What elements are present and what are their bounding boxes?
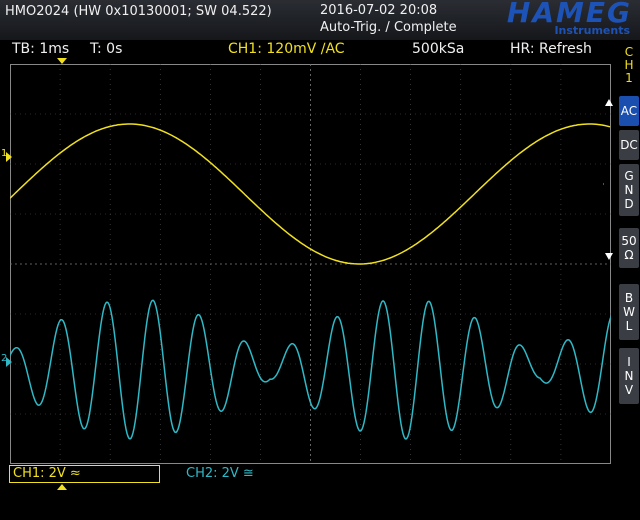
invert-button[interactable]: INV	[619, 348, 639, 404]
timebase-readout[interactable]: TB: 1ms	[12, 41, 69, 57]
ch1-marker-arrow-icon	[6, 152, 12, 162]
trigger-level-indicators	[603, 99, 613, 260]
coupling-dc-button[interactable]: DC	[619, 130, 639, 160]
title-bar: HMO2024 (HW 0x10130001; SW 04.522) 2016-…	[0, 0, 640, 40]
bandwidth-limit-button[interactable]: BWL	[619, 284, 639, 340]
waveform-display[interactable]	[10, 64, 611, 464]
ch1-scale-readout[interactable]: CH1: 2V ≈	[9, 465, 160, 483]
trigger-status: Auto-Trig. / Complete	[320, 20, 457, 35]
device-model: HMO2024 (HW 0x10130001; SW 04.522)	[5, 4, 272, 19]
ch1-waveform	[10, 123, 611, 265]
ch2-marker-arrow-icon	[6, 357, 12, 367]
sample-rate-readout: 500kSa	[412, 41, 465, 57]
menu-channel-label: C H 1	[624, 45, 634, 85]
coupling-ac-button[interactable]: AC	[619, 96, 639, 126]
scope-graticule	[10, 64, 611, 464]
impedance-50ohm-button[interactable]: 50 Ω	[619, 228, 639, 268]
channel-scale-bar: CH1: 2V ≈ CH2: 2V ≅	[0, 465, 615, 487]
ch1-setting-readout[interactable]: CH1: 120mV ∕AC	[228, 41, 345, 57]
trigger-time-readout[interactable]: T: 0s	[90, 41, 122, 57]
ch2-scale-readout[interactable]: CH2: 2V ≅	[186, 466, 254, 481]
softkey-menu: C H 1 AC DC GND 50 Ω BWL INV	[618, 40, 640, 520]
hameg-logo-sub: Instruments	[554, 24, 630, 37]
scroll-up-icon	[605, 99, 613, 106]
scroll-down-icon	[605, 253, 613, 260]
coupling-gnd-button[interactable]: GND	[619, 164, 639, 216]
acquisition-mode-readout[interactable]: HR: Refresh	[510, 41, 592, 57]
trigger-level-dot	[603, 182, 604, 186]
date-time: 2016-07-02 20:08	[320, 3, 438, 18]
